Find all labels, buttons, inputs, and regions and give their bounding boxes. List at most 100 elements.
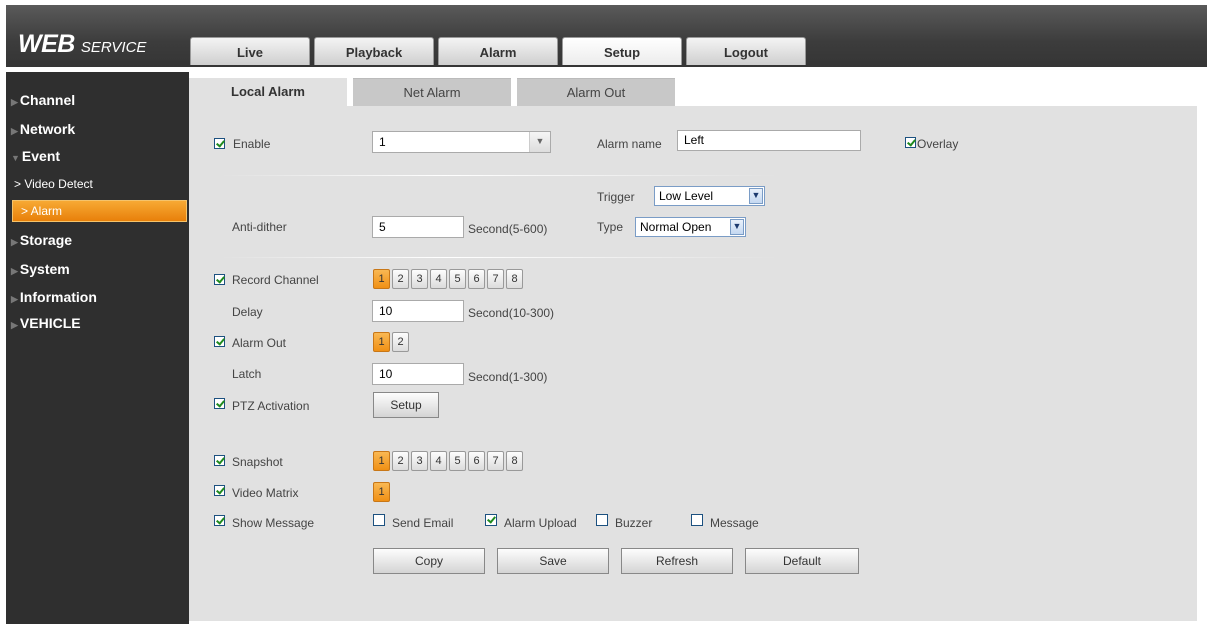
sidebar-item-information[interactable]: ▶ Information bbox=[11, 289, 97, 305]
tab-local-alarm[interactable]: Local Alarm bbox=[189, 78, 347, 106]
trigger-label: Trigger bbox=[597, 190, 635, 204]
nav-tab-logout[interactable]: Logout bbox=[686, 37, 806, 65]
type-select-value: Normal Open bbox=[640, 220, 712, 234]
chevron-down-icon: ▼ bbox=[529, 132, 550, 152]
nav-tab-playback[interactable]: Playback bbox=[314, 37, 434, 65]
trigger-select[interactable]: Low Level ▼ bbox=[654, 186, 765, 206]
anti-dither-input[interactable]: 5 bbox=[372, 216, 464, 238]
snapshot-channel-button-7[interactable]: 7 bbox=[487, 451, 504, 471]
record-channel-button-4[interactable]: 4 bbox=[430, 269, 447, 289]
snapshot-channel-button-3[interactable]: 3 bbox=[411, 451, 428, 471]
record-channel-button-3[interactable]: 3 bbox=[411, 269, 428, 289]
alarm-name-input[interactable]: Left bbox=[677, 130, 861, 151]
record-channel-button-5[interactable]: 5 bbox=[449, 269, 466, 289]
overlay-checkbox[interactable] bbox=[905, 137, 916, 148]
ptz-activation-checkbox[interactable] bbox=[214, 398, 225, 409]
latch-unit: Second(1-300) bbox=[468, 370, 548, 384]
sidebar-item-label: VEHICLE bbox=[19, 315, 81, 331]
record-channel-checkbox[interactable] bbox=[214, 274, 225, 285]
triangle-right-icon: ▶ bbox=[11, 97, 18, 107]
alarm-out-button-1[interactable]: 1 bbox=[373, 332, 390, 352]
tab-alarm-out[interactable]: Alarm Out bbox=[517, 78, 675, 106]
snapshot-channel-button-8[interactable]: 8 bbox=[506, 451, 523, 471]
sidebar-item-label: Event bbox=[21, 148, 61, 164]
section-divider bbox=[220, 175, 780, 176]
show-message-checkbox[interactable] bbox=[214, 515, 225, 526]
type-select[interactable]: Normal Open ▼ bbox=[635, 217, 746, 237]
triangle-right-icon: ▶ bbox=[11, 320, 18, 330]
video-matrix-label: Video Matrix bbox=[232, 486, 299, 500]
sidebar-item-system[interactable]: ▶ System bbox=[11, 261, 70, 277]
snapshot-checkbox[interactable] bbox=[214, 455, 225, 466]
overlay-label: Overlay bbox=[917, 137, 959, 151]
record-channel-button-8[interactable]: 8 bbox=[506, 269, 523, 289]
message-label: Message bbox=[710, 516, 759, 530]
sidebar-item-label: Channel bbox=[19, 92, 76, 108]
sidebar-item-event[interactable]: ▼ Event bbox=[11, 148, 60, 164]
refresh-button[interactable]: Refresh bbox=[621, 548, 733, 574]
sidebar-subitem-alarm[interactable]: > Alarm bbox=[12, 200, 187, 222]
show-message-label: Show Message bbox=[232, 516, 315, 530]
triangle-right-icon: ▶ bbox=[11, 266, 18, 276]
tab-net-alarm[interactable]: Net Alarm bbox=[353, 78, 511, 106]
triangle-right-icon: ▶ bbox=[11, 237, 18, 247]
sidebar-item-label: Information bbox=[19, 289, 97, 305]
sidebar-item-label: Network bbox=[19, 121, 76, 137]
snapshot-channel-button-5[interactable]: 5 bbox=[449, 451, 466, 471]
sidebar-subitem-video-detect[interactable]: > Video Detect bbox=[14, 177, 93, 191]
delay-input[interactable]: 10 bbox=[372, 300, 464, 322]
enable-checkbox[interactable] bbox=[214, 138, 225, 149]
buzzer-label: Buzzer bbox=[615, 516, 653, 530]
sidebar-item-channel[interactable]: ▶ Channel bbox=[11, 92, 75, 108]
ptz-setup-button[interactable]: Setup bbox=[373, 392, 439, 418]
snapshot-label: Snapshot bbox=[232, 455, 283, 469]
record-channel-label: Record Channel bbox=[232, 273, 319, 287]
copy-button[interactable]: Copy bbox=[373, 548, 485, 574]
record-channel-button-1[interactable]: 1 bbox=[373, 269, 390, 289]
anti-dither-unit: Second(5-600) bbox=[468, 222, 548, 236]
snapshot-channel-button-2[interactable]: 2 bbox=[392, 451, 409, 471]
channel-select[interactable]: 1 ▼ bbox=[372, 131, 551, 153]
logo-sub: SERVICE bbox=[80, 39, 147, 56]
snapshot-channel-button-4[interactable]: 4 bbox=[430, 451, 447, 471]
record-channel-button-6[interactable]: 6 bbox=[468, 269, 485, 289]
triangle-right-icon: ▶ bbox=[11, 294, 18, 304]
snapshot-channel-button-6[interactable]: 6 bbox=[468, 451, 485, 471]
chevron-down-icon: ▼ bbox=[749, 188, 763, 204]
sidebar-item-vehicle[interactable]: ▶ VEHICLE bbox=[11, 315, 81, 331]
alarm-upload-checkbox[interactable] bbox=[485, 514, 497, 526]
sidebar: ▶ Channel ▶ Network ▼ Event > Video Detect … bbox=[6, 72, 189, 624]
video-matrix-checkbox[interactable] bbox=[214, 485, 225, 496]
nav-tab-live[interactable]: Live bbox=[190, 37, 310, 65]
logo: WEB SERVICE bbox=[18, 30, 146, 59]
snapshot-channel-button-1[interactable]: 1 bbox=[373, 451, 390, 471]
trigger-select-value: Low Level bbox=[659, 189, 714, 203]
anti-dither-label: Anti-dither bbox=[232, 220, 287, 234]
default-button[interactable]: Default bbox=[745, 548, 859, 574]
chevron-down-icon: ▼ bbox=[730, 219, 744, 235]
section-divider bbox=[220, 257, 780, 258]
enable-label: Enable bbox=[233, 137, 271, 151]
nav-tab-setup[interactable]: Setup bbox=[562, 37, 682, 65]
alarm-out-label: Alarm Out bbox=[232, 336, 287, 350]
triangle-right-icon: ▶ bbox=[11, 126, 18, 136]
alarm-name-label: Alarm name bbox=[597, 137, 662, 151]
sidebar-item-network[interactable]: ▶ Network bbox=[11, 121, 75, 137]
nav-tab-alarm[interactable]: Alarm bbox=[438, 37, 558, 65]
record-channel-button-2[interactable]: 2 bbox=[392, 269, 409, 289]
latch-input[interactable]: 10 bbox=[372, 363, 464, 385]
buzzer-checkbox[interactable] bbox=[596, 514, 608, 526]
alarm-out-checkbox[interactable] bbox=[214, 336, 225, 347]
record-channel-button-7[interactable]: 7 bbox=[487, 269, 504, 289]
settings-panel bbox=[189, 106, 1197, 621]
alarm-out-button-2[interactable]: 2 bbox=[392, 332, 409, 352]
triangle-down-icon: ▼ bbox=[11, 153, 20, 163]
channel-select-value: 1 bbox=[379, 135, 386, 149]
send-email-checkbox[interactable] bbox=[373, 514, 385, 526]
delay-unit: Second(10-300) bbox=[468, 306, 555, 320]
sidebar-item-storage[interactable]: ▶ Storage bbox=[11, 232, 72, 248]
save-button[interactable]: Save bbox=[497, 548, 609, 574]
video-matrix-channel-button-1[interactable]: 1 bbox=[373, 482, 390, 502]
message-checkbox[interactable] bbox=[691, 514, 703, 526]
ptz-activation-label: PTZ Activation bbox=[232, 399, 310, 413]
